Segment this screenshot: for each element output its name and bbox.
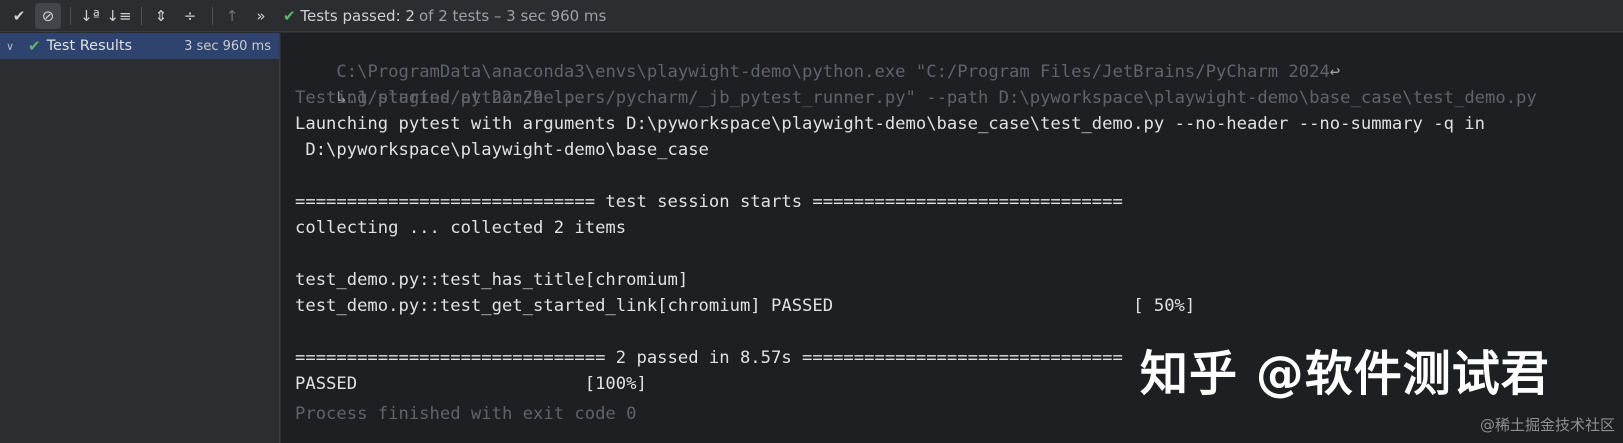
- console-line: ============================== 2 passed …: [295, 348, 1123, 368]
- sort-alpha-icon[interactable]: ↓ª: [77, 3, 103, 29]
- passed-check-icon: ✔: [28, 37, 41, 55]
- console-line: test_demo.py::test_has_title[chromium]: [295, 270, 689, 290]
- more-icon[interactable]: »: [248, 3, 274, 29]
- tree-item-test-results[interactable]: ∨ ✔ Test Results 3 sec 960 ms: [0, 33, 279, 59]
- test-status: ✔ Tests passed: 2 of 2 tests – 3 sec 960…: [283, 7, 606, 25]
- status-label: Tests passed:: [300, 6, 401, 25]
- console-line: ============================= test sessi…: [295, 192, 1123, 212]
- console-line: Launching pytest with arguments D:\pywor…: [295, 114, 1485, 134]
- passed-check-icon: ✔: [283, 6, 296, 25]
- toolbar-divider: [70, 6, 71, 25]
- test-results-tree: ∨ ✔ Test Results 3 sec 960 ms: [0, 33, 280, 443]
- console-line: C:\ProgramData\anaconda3\envs\playwight-…: [336, 62, 1341, 82]
- sort-duration-icon[interactable]: ↓≡: [106, 3, 132, 29]
- console-line: test_demo.py::test_get_started_link[chro…: [295, 296, 1196, 316]
- cancel-icon[interactable]: ⊘: [35, 2, 61, 29]
- console-line: Process finished with exit code 0: [295, 404, 637, 424]
- tree-item-duration: 3 sec 960 ms: [184, 38, 271, 54]
- tree-item-label: Test Results: [46, 38, 133, 54]
- console-line: Testing started at 22:29 ...: [295, 88, 585, 108]
- chevron-down-icon[interactable]: ∨: [6, 40, 24, 53]
- watermark-zhihu: 知乎 @软件测试君: [1140, 346, 1550, 402]
- toolbar-divider: [141, 6, 142, 25]
- console-line: PASSED [100%]: [295, 374, 647, 394]
- up-arrow-icon[interactable]: ↑: [219, 3, 245, 29]
- status-count: 2: [405, 6, 415, 25]
- watermark-juejin: @稀土掘金技术社区: [1479, 416, 1615, 434]
- console-line: collecting ... collected 2 items: [295, 218, 627, 238]
- toolbar-divider: [212, 6, 213, 25]
- console-line: D:\pyworkspace\playwight-demo\base_case: [295, 140, 709, 160]
- collapse-all-icon[interactable]: ÷: [177, 3, 203, 29]
- status-detail: of 2 tests – 3 sec 960 ms: [418, 6, 607, 25]
- console-line: ↳.1/plugins/python/helpers/pycharm/_jb_p…: [336, 88, 1537, 108]
- check-icon[interactable]: ✔: [6, 3, 32, 29]
- expand-all-icon[interactable]: ⇕: [148, 3, 174, 29]
- test-runner-toolbar: ✔ ⊘ ↓ª ↓≡ ⇕ ÷ ↑ » ✔ Tests passed: 2 of 2…: [0, 0, 1623, 32]
